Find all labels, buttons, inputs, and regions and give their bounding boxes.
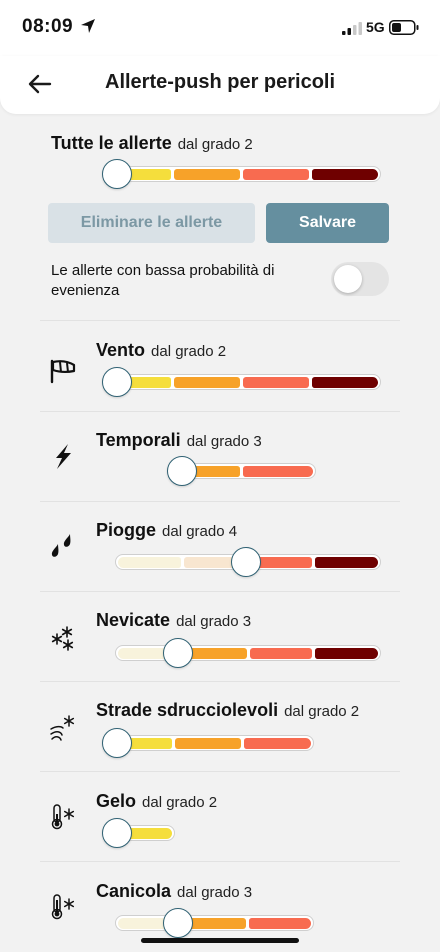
hazard-title-snow: Nevicate dal grado 3 — [96, 610, 251, 631]
hazard-level-heat: dal grado 3 — [177, 884, 253, 901]
hazard-title-slippery-roads: Strade sdrucciolevoli dal grado 2 — [96, 700, 359, 721]
thunderstorms-slider-knob[interactable] — [167, 456, 197, 486]
grade-3-segment — [174, 376, 240, 388]
heat-thermometer-icon — [51, 894, 75, 920]
grade-4-segment — [243, 465, 313, 477]
signal-icon — [342, 22, 362, 35]
divider — [40, 411, 400, 412]
divider — [40, 591, 400, 592]
hazard-level-wind: dal grado 2 — [151, 343, 227, 360]
hazard-title-thunderstorms: Temporali dal grado 3 — [96, 430, 262, 451]
grade-5-segment — [315, 647, 378, 659]
snowflakes-icon — [51, 626, 74, 651]
grade-3-segment — [183, 647, 247, 659]
divider — [40, 771, 400, 772]
hazard-label-wind: Vento — [96, 340, 146, 360]
toggle-knob — [334, 265, 362, 293]
battery-icon — [389, 20, 419, 35]
grade-4-segment — [249, 647, 313, 659]
heat-slider-knob[interactable] — [163, 908, 193, 938]
location-arrow-icon — [81, 19, 95, 33]
grade-4-segment — [244, 737, 312, 749]
hazard-level-thunderstorms: dal grado 3 — [186, 433, 262, 450]
all-alerts-level: dal grado 2 — [177, 136, 253, 153]
grade-4-segment — [243, 376, 309, 388]
save-button[interactable]: Salvare — [266, 203, 389, 243]
grade-3-segment — [174, 168, 240, 180]
slippery-roads-slider-knob[interactable] — [102, 728, 132, 758]
hazard-label-frost: Gelo — [96, 791, 137, 811]
page-title: Allerte-push per pericoli — [105, 71, 336, 93]
wind-slider-knob[interactable] — [102, 367, 132, 397]
hazard-level-rain: dal grado 4 — [162, 523, 238, 540]
grade-4-segment — [248, 917, 311, 929]
raindrops-icon — [51, 534, 71, 557]
grade-5-segment — [312, 376, 378, 388]
divider — [40, 501, 400, 502]
all-alerts-title: Tutte le allerte dal grado 2 — [51, 133, 253, 154]
snow-slider-track[interactable] — [115, 645, 381, 661]
hazard-label-slippery-roads: Strade sdrucciolevoli — [96, 700, 279, 720]
low-probability-toggle[interactable] — [331, 262, 389, 296]
hazard-level-frost: dal grado 2 — [142, 794, 218, 811]
hazard-level-snow: dal grado 3 — [176, 613, 252, 630]
grade-4-segment — [243, 168, 309, 180]
grade-5-segment — [312, 168, 378, 180]
lightning-icon — [56, 444, 71, 469]
windsock-icon — [50, 359, 76, 384]
hazard-level-slippery-roads: dal grado 2 — [284, 703, 360, 720]
grade-5-segment — [315, 556, 378, 568]
low-probability-label: Le allerte con bassa probabilità di even… — [51, 262, 275, 299]
snow-slider-knob[interactable] — [163, 638, 193, 668]
divider — [40, 681, 400, 682]
frost-thermometer-icon — [51, 804, 75, 830]
divider — [40, 861, 400, 862]
frost-slider-knob[interactable] — [102, 818, 132, 848]
rain-slider-knob[interactable] — [231, 547, 261, 577]
all-alerts-slider-track[interactable] — [102, 166, 381, 182]
hazard-label-rain: Piogge — [96, 520, 157, 540]
grade-3-segment — [174, 737, 242, 749]
heat-slider-track[interactable] — [115, 915, 314, 931]
home-indicator — [141, 938, 299, 943]
status-time: 08:09 — [22, 16, 74, 37]
network-type: 5G — [366, 19, 385, 35]
clear-alerts-button[interactable]: Eliminare le allerte — [48, 203, 255, 243]
hazard-title-wind: Vento dal grado 2 — [96, 340, 226, 361]
all-alerts-label: Tutte le allerte — [51, 133, 172, 153]
slippery-roads-slider-track[interactable] — [102, 735, 314, 751]
grade-2-segment-inactive — [118, 556, 181, 568]
hazard-label-snow: Nevicate — [96, 610, 171, 630]
hazard-label-heat: Canicola — [96, 881, 172, 901]
wind-slider-track[interactable] — [102, 374, 381, 390]
status-bar: 08:09 5G — [0, 0, 440, 56]
divider — [40, 320, 400, 321]
back-arrow-icon[interactable] — [26, 72, 54, 96]
slippery-road-icon — [50, 715, 75, 741]
header: Allerte-push per pericoli — [0, 56, 440, 114]
hazard-label-thunderstorms: Temporali — [96, 430, 181, 450]
hazard-title-frost: Gelo dal grado 2 — [96, 791, 217, 812]
hazard-title-rain: Piogge dal grado 4 — [96, 520, 237, 541]
hazard-title-heat: Canicola dal grado 3 — [96, 881, 252, 902]
all-alerts-slider-knob[interactable] — [102, 159, 132, 189]
